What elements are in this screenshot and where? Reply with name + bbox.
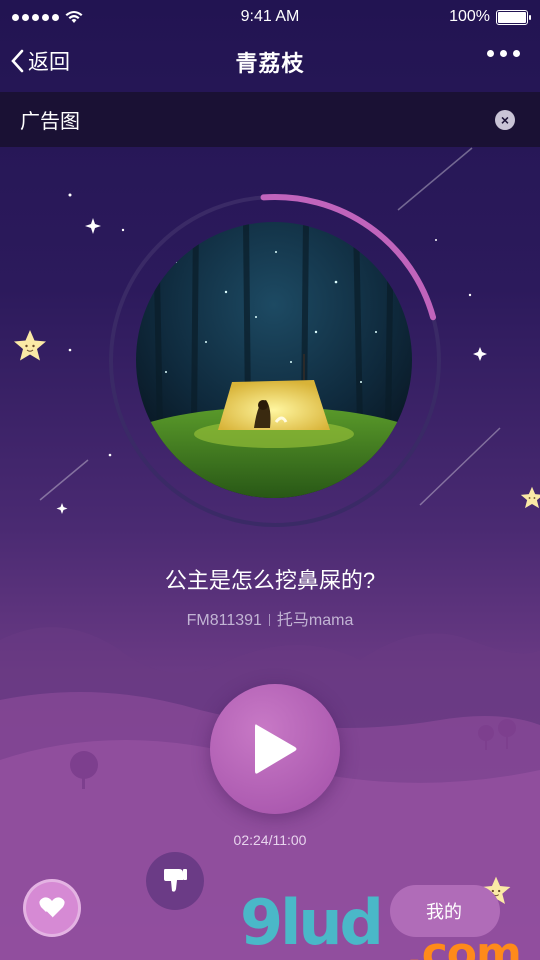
dislike-button[interactable] (146, 852, 204, 910)
battery-fill (498, 11, 526, 23)
play-button[interactable] (210, 684, 340, 814)
progress-time: 02:24/11:00 (233, 832, 307, 848)
divider (268, 614, 270, 626)
back-button[interactable]: 返回 (10, 46, 70, 76)
battery-icon (496, 9, 531, 25)
track-meta: FM811391 托马mama (0, 606, 540, 630)
album-cover (136, 222, 412, 498)
track-author[interactable]: 托马mama (277, 612, 353, 629)
chevron-left-icon (11, 49, 24, 73)
smiling-star-icon (520, 486, 540, 509)
ad-banner[interactable]: 广告图 × (0, 92, 540, 147)
status-time: 9:41 AM (240, 8, 300, 25)
cover-illustration (136, 222, 412, 498)
close-icon[interactable]: × (495, 110, 515, 130)
station-id: FM811391 (186, 612, 262, 629)
navigation-bar: 返回 青荔枝 (0, 34, 540, 90)
ad-label: 广告图 (20, 111, 80, 133)
status-bar: 9:41 AM 100% (0, 0, 540, 34)
thumbs-down-icon (164, 869, 187, 892)
heart-icon (39, 897, 65, 919)
more-dot (487, 50, 494, 57)
smiling-star-icon (14, 330, 46, 361)
watermark-part1: 9lud (240, 886, 384, 959)
watermark-part2: .com (406, 928, 522, 960)
page-title: 青荔枝 (235, 51, 305, 76)
back-label: 返回 (28, 51, 70, 74)
play-icon (255, 724, 297, 774)
like-button[interactable] (23, 879, 81, 937)
more-button[interactable] (487, 50, 520, 57)
watermark-domain: .com (406, 912, 522, 960)
watermark: 9lud (240, 886, 384, 959)
more-dot (513, 50, 520, 57)
track-title: 公主是怎么挖鼻屎的? (164, 568, 376, 593)
more-dot (500, 50, 507, 57)
